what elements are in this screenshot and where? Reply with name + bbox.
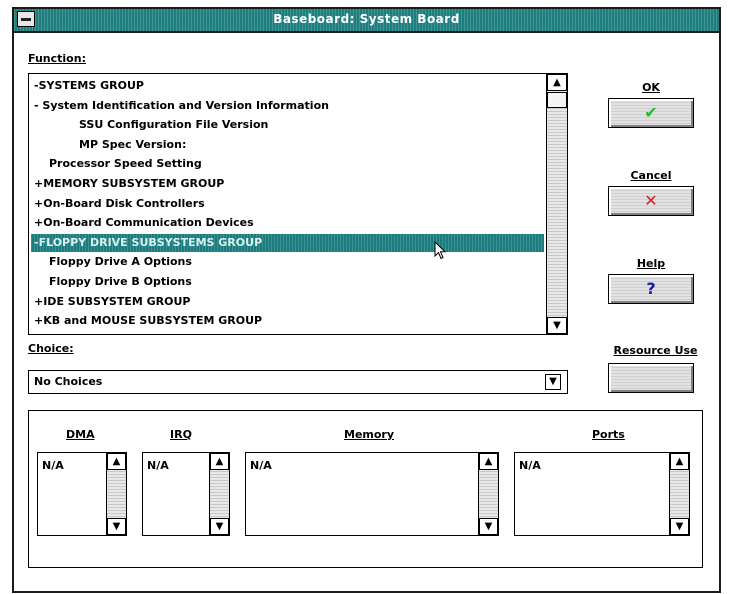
function-list-item[interactable]: +MEMORY SUBSYSTEM GROUP bbox=[31, 175, 224, 193]
memory-listbox[interactable]: N/A ▲ ▼ bbox=[245, 452, 499, 536]
function-scrollbar[interactable]: ▲ ▼ bbox=[546, 74, 567, 334]
help-button[interactable]: ? bbox=[608, 274, 694, 304]
help-label: Help bbox=[636, 257, 666, 270]
resource-use-label: Resource Use bbox=[613, 344, 698, 357]
ports-value: N/A bbox=[519, 459, 541, 472]
mouse-pointer-icon bbox=[434, 241, 447, 260]
function-list-item[interactable]: SSU Configuration File Version bbox=[31, 116, 268, 134]
function-list-item[interactable]: +On-Board Disk Controllers bbox=[31, 195, 205, 213]
irq-value: N/A bbox=[147, 459, 169, 472]
ok-button[interactable]: ✔ bbox=[608, 98, 694, 128]
irq-scrollbar[interactable]: ▲ ▼ bbox=[209, 453, 229, 535]
scroll-down-arrow-icon[interactable]: ▼ bbox=[670, 518, 689, 535]
memory-value: N/A bbox=[250, 459, 272, 472]
irq-listbox[interactable]: N/A ▲ ▼ bbox=[142, 452, 230, 536]
function-list-item[interactable]: +On-Board Communication Devices bbox=[31, 214, 254, 232]
resource-use-button[interactable] bbox=[608, 363, 694, 393]
scroll-up-arrow-icon[interactable]: ▲ bbox=[479, 453, 498, 470]
dma-listbox[interactable]: N/A ▲ ▼ bbox=[37, 452, 127, 536]
scroll-up-arrow-icon[interactable]: ▲ bbox=[670, 453, 689, 470]
function-list-item[interactable]: - System Identification and Version Info… bbox=[31, 97, 329, 115]
cancel-button[interactable]: ✕ bbox=[608, 186, 694, 216]
title-bar[interactable]: Baseboard: System Board bbox=[14, 9, 719, 33]
dropdown-arrow-icon[interactable]: ▼ bbox=[545, 374, 561, 390]
checkmark-icon: ✔ bbox=[644, 103, 658, 122]
scroll-up-arrow-icon[interactable]: ▲ bbox=[210, 453, 229, 470]
question-mark-icon: ? bbox=[646, 279, 656, 298]
scroll-thumb[interactable] bbox=[547, 92, 567, 108]
scroll-up-arrow-icon[interactable]: ▲ bbox=[107, 453, 126, 470]
dialog-window: Baseboard: System Board Function: -SYSTE… bbox=[12, 7, 721, 593]
choice-label: Choice: bbox=[28, 342, 74, 355]
function-listbox[interactable]: -SYSTEMS GROUP - System Identification an… bbox=[28, 73, 568, 335]
scroll-up-arrow-icon[interactable]: ▲ bbox=[547, 74, 567, 91]
scroll-down-arrow-icon[interactable]: ▼ bbox=[107, 518, 126, 535]
scroll-down-arrow-icon[interactable]: ▼ bbox=[547, 317, 567, 334]
function-list-item[interactable]: +KB and MOUSE SUBSYSTEM GROUP bbox=[31, 312, 262, 330]
choice-dropdown[interactable]: No Choices ▼ bbox=[28, 370, 568, 394]
function-label: Function: bbox=[28, 52, 86, 65]
memory-label: Memory bbox=[344, 428, 395, 441]
function-list-item[interactable]: MP Spec Version: bbox=[31, 136, 186, 154]
dma-scrollbar[interactable]: ▲ ▼ bbox=[106, 453, 126, 535]
scroll-down-arrow-icon[interactable]: ▼ bbox=[479, 518, 498, 535]
function-list-item[interactable]: +IDE SUBSYSTEM GROUP bbox=[31, 293, 190, 311]
dma-label: DMA bbox=[66, 428, 95, 441]
ok-label: OK bbox=[642, 81, 660, 94]
ports-listbox[interactable]: N/A ▲ ▼ bbox=[514, 452, 690, 536]
cancel-label: Cancel bbox=[630, 169, 672, 182]
scroll-down-arrow-icon[interactable]: ▼ bbox=[210, 518, 229, 535]
close-x-icon: ✕ bbox=[644, 191, 658, 210]
function-list-item[interactable]: -FLOPPY DRIVE SUBSYSTEMS GROUP bbox=[31, 233, 544, 252]
irq-label: IRQ bbox=[170, 428, 192, 441]
memory-scrollbar[interactable]: ▲ ▼ bbox=[478, 453, 498, 535]
function-list-item[interactable]: -SYSTEMS GROUP bbox=[31, 77, 144, 95]
dma-value: N/A bbox=[42, 459, 64, 472]
function-list-item[interactable]: Floppy Drive B Options bbox=[31, 273, 192, 291]
resource-group: DMA IRQ Memory Ports N/A ▲ ▼ N/A ▲ ▼ N/A… bbox=[28, 410, 703, 568]
function-list-item[interactable]: Processor Speed Setting bbox=[31, 155, 202, 173]
window-title: Baseboard: System Board bbox=[273, 12, 460, 26]
function-list-item[interactable]: Floppy Drive A Options bbox=[31, 253, 192, 271]
ports-label: Ports bbox=[592, 428, 625, 441]
ports-scrollbar[interactable]: ▲ ▼ bbox=[669, 453, 689, 535]
choice-value: No Choices bbox=[34, 375, 103, 388]
